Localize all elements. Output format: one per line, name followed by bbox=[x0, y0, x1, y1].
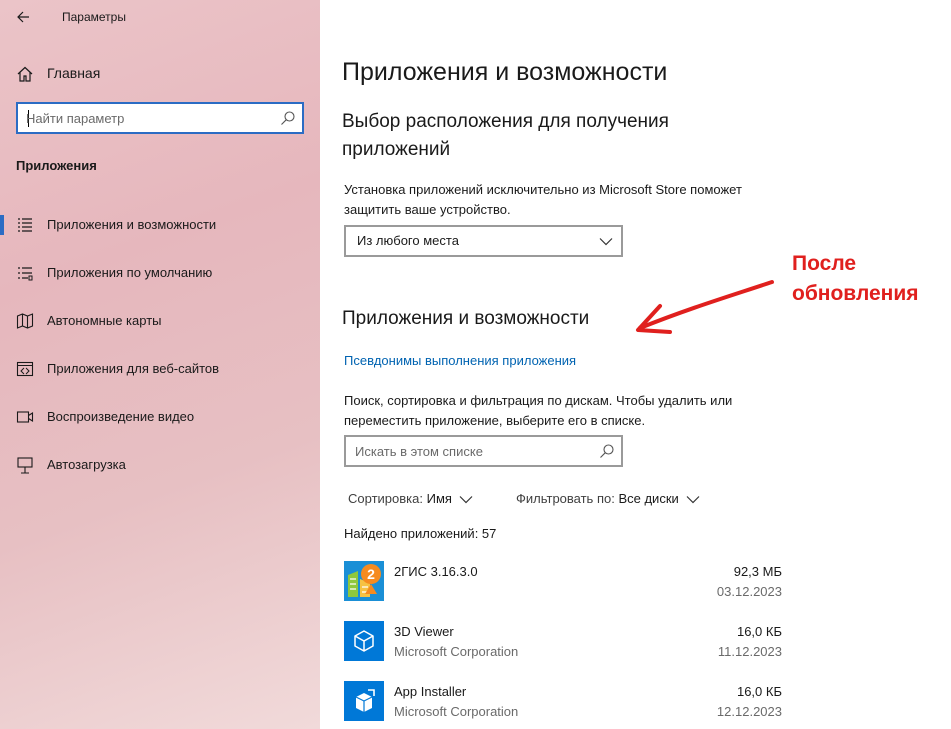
filter-dropdown[interactable]: Фильтровать по: Все диски bbox=[516, 491, 700, 506]
app-name: 3D Viewer bbox=[394, 624, 454, 639]
sidebar-item-label: Автономные карты bbox=[47, 313, 162, 328]
install-source-dropdown[interactable]: Из любого места bbox=[344, 225, 623, 257]
sort-dropdown[interactable]: Сортировка: Имя bbox=[348, 491, 473, 506]
home-nav-item[interactable]: Главная bbox=[0, 58, 320, 90]
apps-heading: Приложения и возможности bbox=[342, 308, 590, 329]
search-icon[interactable] bbox=[280, 110, 296, 126]
app-publisher: Microsoft Corporation bbox=[394, 704, 519, 719]
app-date: 12.12.2023 bbox=[716, 704, 782, 719]
app-date: 11.12.2023 bbox=[717, 644, 782, 659]
annotation-line-1: После bbox=[792, 252, 857, 275]
sidebar-item-web-apps[interactable]: Приложения для веб-сайтов bbox=[0, 351, 320, 387]
filter-value: Все диски bbox=[618, 491, 679, 506]
title-bar: Параметры bbox=[0, 0, 320, 34]
sidebar-item-label: Приложения по умолчанию bbox=[47, 265, 213, 280]
back-button[interactable] bbox=[10, 4, 36, 30]
sidebar-item-label: Приложения для веб-сайтов bbox=[47, 361, 220, 376]
app-size: 16,0 КБ bbox=[736, 624, 782, 639]
settings-search-box[interactable] bbox=[16, 102, 304, 134]
sidebar-item-video-playback[interactable]: Воспроизведение видео bbox=[0, 399, 320, 435]
annotation-text: После обновления bbox=[792, 249, 919, 309]
app-size: 16,0 КБ bbox=[736, 684, 782, 699]
home-icon bbox=[17, 66, 33, 82]
apps-found-count: Найдено приложений: 57 bbox=[344, 526, 497, 541]
sidebar-item-label: Автозагрузка bbox=[47, 457, 126, 472]
2gis-icon: 2 bbox=[344, 561, 384, 601]
map-icon bbox=[16, 313, 34, 329]
app-list-search-box[interactable] bbox=[344, 435, 623, 467]
window-title: Параметры bbox=[62, 10, 126, 24]
svg-text:2: 2 bbox=[367, 566, 375, 582]
apps-list-icon bbox=[18, 218, 32, 232]
app-publisher: Microsoft Corporation bbox=[394, 644, 519, 659]
active-indicator bbox=[0, 215, 4, 235]
sidebar-item-startup[interactable]: Автозагрузка bbox=[0, 447, 320, 483]
list-item[interactable]: App Installer Microsoft Corporation 16,0… bbox=[344, 681, 784, 729]
list-item[interactable]: 2 2ГИС 3.16.3.0 92,3 МБ 03.12.2023 bbox=[344, 561, 784, 611]
sort-value: Имя bbox=[426, 491, 452, 506]
chevron-down-icon bbox=[459, 495, 473, 503]
annotation-arrow bbox=[636, 280, 774, 334]
install-source-selected: Из любого места bbox=[357, 233, 459, 248]
install-source-description: Установка приложений исключительно из Mi… bbox=[344, 182, 742, 217]
annotation-line-2: обновления bbox=[792, 282, 919, 305]
sort-label: Сортировка: bbox=[348, 491, 423, 506]
3d-viewer-icon bbox=[344, 621, 384, 661]
app-name: 2ГИС 3.16.3.0 bbox=[394, 564, 478, 579]
sidebar: Параметры Главная Приложения Приложения … bbox=[0, 0, 320, 729]
sidebar-item-label: Воспроизведение видео bbox=[47, 409, 195, 424]
sidebar-item-offline-maps[interactable]: Автономные карты bbox=[0, 303, 320, 339]
app-list-search-input[interactable] bbox=[355, 443, 585, 460]
list-item[interactable]: 3D Viewer Microsoft Corporation 16,0 КБ … bbox=[344, 621, 784, 671]
back-arrow-icon bbox=[17, 11, 29, 23]
main-content: Приложения и возможности Выбор расположе… bbox=[320, 0, 951, 729]
section-title: Приложения bbox=[16, 158, 97, 173]
app-name: App Installer bbox=[394, 684, 467, 699]
sidebar-item-label: Приложения и возможности bbox=[47, 217, 217, 232]
chevron-down-icon bbox=[599, 238, 613, 246]
app-installer-icon bbox=[344, 681, 384, 721]
video-icon bbox=[16, 411, 34, 423]
web-apps-icon bbox=[16, 361, 34, 377]
default-apps-icon bbox=[18, 267, 33, 281]
install-source-heading: Выбор расположения для получения приложе… bbox=[342, 111, 669, 160]
search-icon[interactable] bbox=[599, 443, 615, 459]
app-date: 03.12.2023 bbox=[716, 584, 782, 599]
app-size: 92,3 МБ bbox=[733, 564, 782, 579]
apps-description: Поиск, сортировка и фильтрация по дискам… bbox=[344, 393, 733, 428]
sidebar-item-apps-features[interactable]: Приложения и возможности bbox=[0, 207, 320, 243]
sidebar-item-default-apps[interactable]: Приложения по умолчанию bbox=[0, 255, 320, 291]
home-label: Главная bbox=[47, 65, 101, 81]
app-aliases-link[interactable]: Псевдонимы выполнения приложения bbox=[344, 353, 576, 368]
filter-label: Фильтровать по: bbox=[516, 491, 615, 506]
page-title: Приложения и возможности bbox=[342, 58, 668, 86]
chevron-down-icon bbox=[686, 495, 700, 503]
settings-search-input[interactable] bbox=[26, 109, 266, 127]
startup-icon bbox=[17, 457, 33, 474]
